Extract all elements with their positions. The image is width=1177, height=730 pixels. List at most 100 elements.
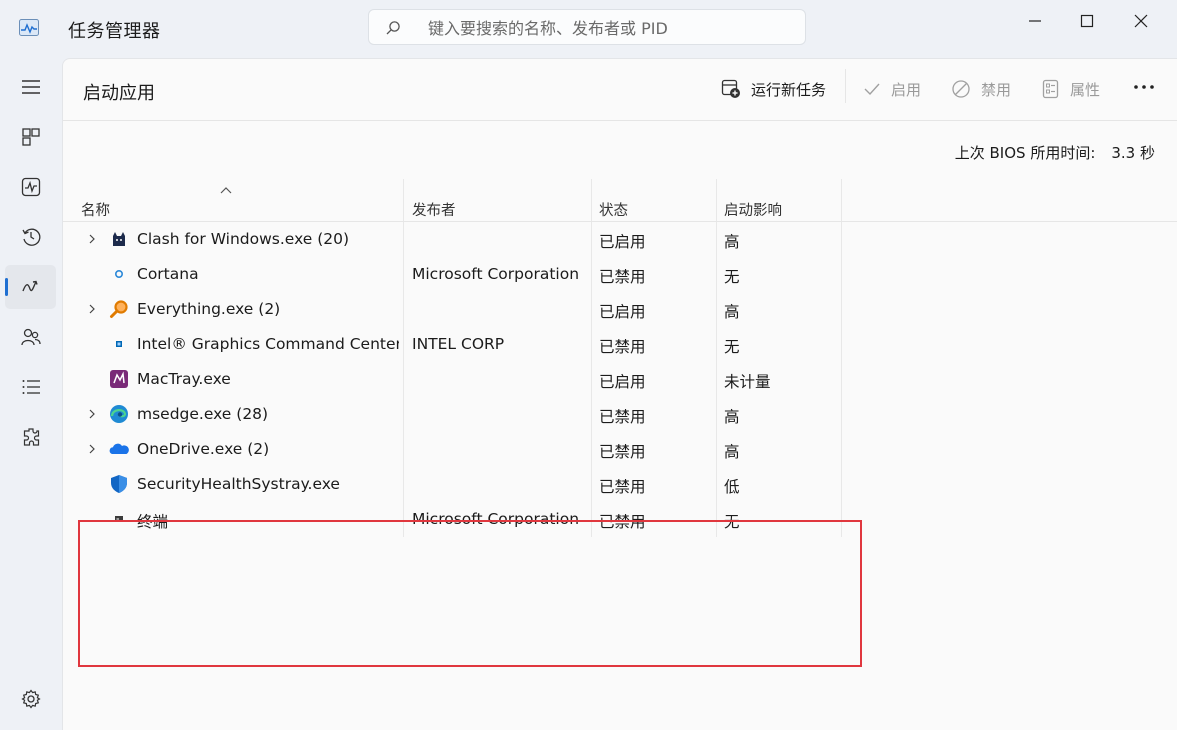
row-name: Everything.exe (2) — [137, 300, 281, 318]
nav-settings[interactable] — [5, 677, 56, 721]
navigation-rail — [0, 58, 62, 730]
close-icon — [1134, 14, 1148, 28]
run-new-task-label: 运行新任务 — [751, 80, 827, 99]
table-row[interactable]: Clash for Windows.exe (20) 已启用 高 — [63, 222, 1177, 257]
row-status: 已启用 — [599, 373, 646, 391]
minimize-icon — [1029, 20, 1041, 22]
chevron-right-icon[interactable] — [87, 443, 97, 455]
column-header-name[interactable]: 名称 — [81, 199, 110, 220]
row-status: 已禁用 — [599, 478, 646, 496]
properties-label: 属性 — [1070, 80, 1101, 99]
table-row[interactable]: Cortana Microsoft Corporation 已禁用 无 — [63, 257, 1177, 292]
clash-cat-icon — [113, 232, 125, 246]
intel-graphics-icon — [116, 341, 122, 347]
cortana-icon — [115, 270, 124, 279]
details-icon — [22, 380, 40, 394]
title-bar: 任务管理器 — [0, 0, 1177, 58]
table-row[interactable]: Everything.exe (2) 已启用 高 — [63, 292, 1177, 327]
search-box[interactable] — [368, 9, 806, 45]
row-name: MacTray.exe — [137, 370, 231, 388]
content-panel: 启动应用 运行新任务 启用 禁用 属性 上次 BIOS 所用时间: 3.3 秒 … — [62, 58, 1177, 730]
services-icon — [23, 428, 40, 446]
disable-button[interactable]: 禁用 — [951, 77, 1011, 101]
table-row[interactable]: SecurityHealthSystray.exe 已禁用 低 — [63, 467, 1177, 502]
search-input[interactable] — [426, 16, 790, 40]
disable-label: 禁用 — [981, 80, 1012, 99]
row-status: 已启用 — [599, 233, 646, 251]
edge-icon — [110, 405, 128, 423]
mactray-icon — [110, 370, 128, 388]
table-row[interactable]: Intel® Graphics Command Center... INTEL … — [63, 327, 1177, 362]
row-impact: 无 — [724, 268, 740, 286]
row-impact: 未计量 — [724, 373, 771, 391]
row-status: 已禁用 — [599, 408, 646, 426]
nav-performance[interactable] — [5, 165, 56, 209]
command-separator — [845, 69, 846, 103]
more-dots-icon — [1134, 85, 1154, 89]
performance-icon — [21, 177, 41, 197]
row-name: Intel® Graphics Command Center... — [137, 335, 399, 353]
table-row[interactable]: msedge.exe (28) 已禁用 高 — [63, 397, 1177, 432]
users-icon — [21, 328, 41, 346]
maximize-button[interactable] — [1064, 6, 1110, 36]
column-header-status[interactable]: 状态 — [599, 199, 628, 220]
sort-ascending-icon — [220, 187, 232, 194]
row-impact: 高 — [724, 233, 740, 251]
nav-menu-toggle[interactable] — [5, 65, 56, 109]
row-status: 已启用 — [599, 303, 646, 321]
row-impact: 高 — [724, 303, 740, 321]
row-status: 已禁用 — [599, 338, 646, 356]
row-name: Cortana — [137, 265, 199, 283]
enable-button[interactable]: 启用 — [863, 77, 921, 101]
row-impact: 高 — [724, 443, 740, 461]
column-header-publisher[interactable]: 发布者 — [412, 199, 456, 220]
nav-startup-apps[interactable] — [5, 265, 56, 309]
task-manager-app-icon — [19, 19, 39, 36]
active-indicator — [5, 278, 8, 296]
disable-circle-icon — [952, 80, 970, 98]
maximize-icon — [1080, 14, 1094, 28]
history-icon — [22, 228, 41, 246]
chevron-right-icon[interactable] — [87, 408, 97, 420]
row-status: 已禁用 — [599, 268, 646, 286]
bios-time: 上次 BIOS 所用时间: 3.3 秒 — [955, 142, 1155, 163]
table-row[interactable]: OneDrive.exe (2) 已禁用 高 — [63, 432, 1177, 467]
onedrive-cloud-icon — [109, 443, 129, 454]
run-new-task-button[interactable]: 运行新任务 — [721, 77, 826, 101]
header-divider — [63, 120, 1177, 121]
row-impact: 无 — [724, 338, 740, 356]
bios-label: 上次 BIOS 所用时间: — [954, 144, 1096, 162]
app-title: 任务管理器 — [68, 21, 161, 42]
nav-services[interactable] — [5, 415, 56, 459]
chevron-right-icon[interactable] — [87, 233, 97, 245]
row-name: Clash for Windows.exe (20) — [137, 230, 350, 248]
properties-icon — [1042, 79, 1059, 99]
row-status: 已禁用 — [599, 443, 646, 461]
table-row[interactable]: MacTray.exe 已启用 未计量 — [63, 362, 1177, 397]
column-header-impact[interactable]: 启动影响 — [724, 199, 782, 220]
page-title: 启动应用 — [83, 83, 155, 104]
row-name: SecurityHealthSystray.exe — [137, 475, 340, 493]
row-publisher: INTEL CORP — [412, 335, 505, 353]
row-publisher: Microsoft Corporation — [412, 265, 580, 283]
checkmark-icon — [864, 83, 880, 96]
highlight-annotation-box — [78, 520, 862, 667]
nav-users[interactable] — [5, 315, 56, 359]
close-button[interactable] — [1118, 6, 1164, 36]
row-name: OneDrive.exe (2) — [137, 440, 270, 458]
row-impact: 低 — [724, 478, 740, 496]
row-name: msedge.exe (28) — [137, 405, 269, 423]
more-options-button[interactable] — [1131, 75, 1161, 99]
hamburger-icon — [22, 80, 40, 94]
security-shield-icon — [111, 475, 127, 493]
nav-details[interactable] — [5, 365, 56, 409]
minimize-button[interactable] — [1012, 6, 1058, 36]
nav-processes[interactable] — [5, 115, 56, 159]
everything-magnifier-icon — [110, 300, 128, 318]
row-impact: 高 — [724, 408, 740, 426]
nav-app-history[interactable] — [5, 215, 56, 259]
chevron-right-icon[interactable] — [87, 303, 97, 315]
properties-button[interactable]: 属性 — [1042, 77, 1100, 101]
bios-value: 3.3 秒 — [1111, 144, 1155, 162]
gear-icon — [21, 689, 41, 709]
